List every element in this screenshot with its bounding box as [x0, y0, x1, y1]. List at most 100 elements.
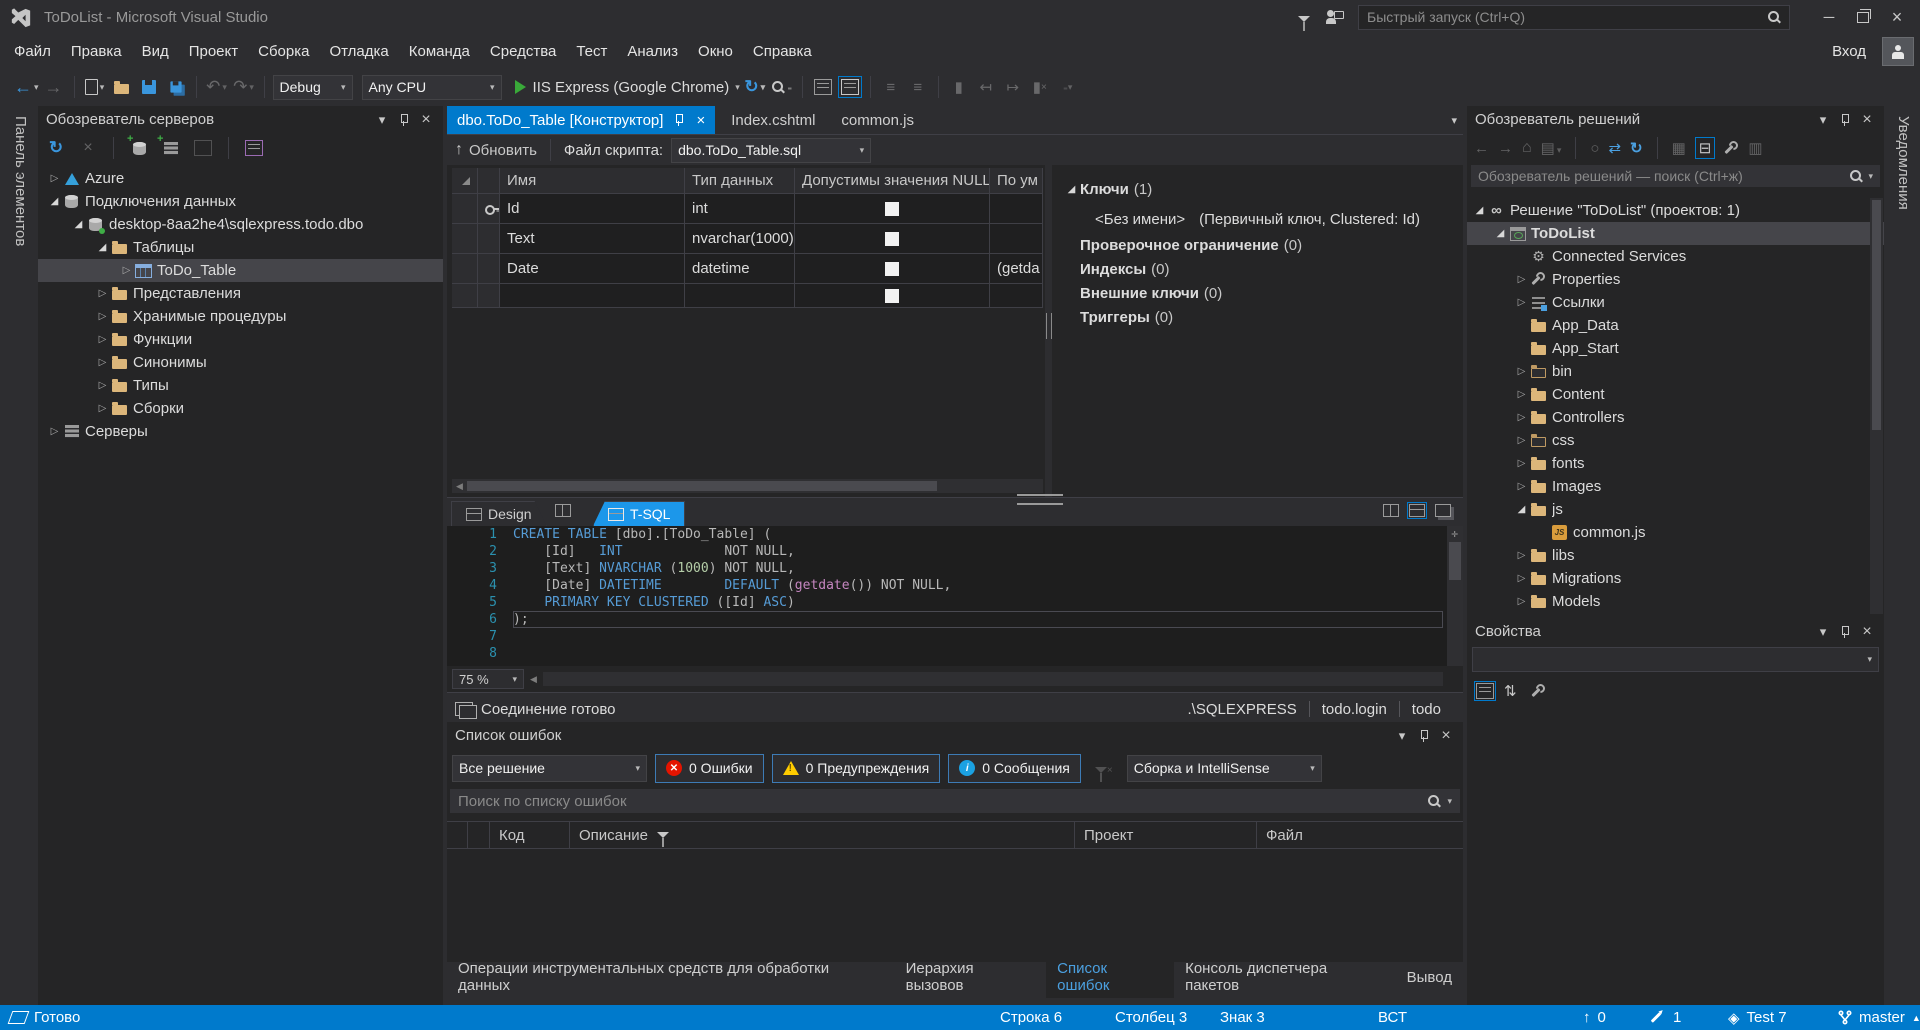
server-tree-item-4[interactable]: ▷ToDo_Table	[38, 259, 443, 282]
collapsed-arrow-icon[interactable]: ▷	[1513, 596, 1530, 607]
editor-vertical-scrollbar[interactable]: ✛	[1447, 526, 1463, 666]
split-horizontal-icon[interactable]	[1407, 502, 1427, 519]
expanded-arrow-icon[interactable]: ◢	[1492, 228, 1509, 239]
menu-item-3[interactable]: Проект	[179, 43, 248, 60]
collapsed-arrow-icon[interactable]: ▷	[1513, 435, 1530, 446]
navigate-forward-button[interactable]: →	[42, 74, 66, 100]
server-tree-item-6[interactable]: ▷Хранимые процедуры	[38, 305, 443, 328]
clear-bookmarks-icon[interactable]: ▮×	[1028, 74, 1052, 100]
tool-tab-0[interactable]: Операции инструментальных средств для об…	[447, 956, 895, 998]
error-col-description[interactable]: Описание	[570, 822, 1075, 848]
source-combo[interactable]: Сборка и IntelliSense▾	[1127, 755, 1322, 782]
split-vertical-icon[interactable]	[1383, 504, 1399, 517]
grid-null-cell[interactable]	[795, 284, 990, 308]
code-line-7[interactable]: 7	[447, 628, 1463, 645]
server-tree-item-7[interactable]: ▷Функции	[38, 328, 443, 351]
pin-icon[interactable]	[1836, 623, 1854, 641]
switch-views-icon[interactable]: ▤▾	[1541, 139, 1562, 157]
horizontal-splitter-grip[interactable]	[1017, 494, 1063, 505]
pin-icon[interactable]	[395, 111, 413, 129]
minimize-button[interactable]: ─	[1814, 4, 1844, 30]
expanded-arrow-icon[interactable]: ◢	[1063, 184, 1080, 195]
stop-refresh-icon[interactable]: ×	[76, 135, 100, 161]
window-options-icon[interactable]: ▾	[1393, 727, 1411, 745]
context-pane-item-0[interactable]: ◢Ключи(1)	[1063, 181, 1152, 198]
server-tree-item-5[interactable]: ▷Представления	[38, 282, 443, 305]
warnings-filter-button[interactable]: 0 Предупреждения	[772, 754, 941, 783]
collapsed-arrow-icon[interactable]: ▷	[94, 403, 111, 414]
tool-tab-3[interactable]: Консоль диспетчера пакетов	[1174, 956, 1396, 998]
solution-tree-item-13[interactable]: ◢js	[1467, 498, 1884, 521]
document-tab-0[interactable]: dbo.ToDo_Table [Конструктор]×	[447, 106, 715, 134]
git-unpushed-commits[interactable]: ↑0	[1583, 1005, 1606, 1030]
git-uncommitted-changes[interactable]: 1	[1650, 1005, 1681, 1030]
tool-tab-4[interactable]: Вывод	[1396, 965, 1463, 990]
refresh-button[interactable]: ↻▾	[743, 74, 767, 100]
menu-item-4[interactable]: Сборка	[248, 43, 319, 60]
grid-type-cell[interactable]: datetime	[685, 254, 795, 284]
grid-type-cell[interactable]	[685, 284, 795, 308]
configuration-combo[interactable]: Debug▾	[273, 75, 353, 100]
zoom-level-combo[interactable]: 75 %▾	[452, 669, 524, 689]
solution-tree-item-15[interactable]: ▷libs	[1467, 544, 1884, 567]
restore-button[interactable]	[1848, 4, 1878, 30]
code-line-6[interactable]: 6);	[447, 611, 1463, 628]
user-avatar-icon[interactable]	[1882, 37, 1914, 66]
solution-tree-item-1[interactable]: ◢ToDoList	[1467, 222, 1884, 245]
collapsed-arrow-icon[interactable]: ▷	[46, 426, 63, 437]
solution-tree-item-5[interactable]: App_Data	[1467, 314, 1884, 337]
grid-horizontal-scrollbar[interactable]: ◀	[452, 479, 1043, 493]
menu-item-7[interactable]: Средства	[480, 43, 566, 60]
server-tree-item-0[interactable]: ▷Azure	[38, 167, 443, 190]
pin-icon[interactable]	[1415, 727, 1433, 745]
open-file-button[interactable]	[110, 74, 134, 100]
nav-forward-icon[interactable]: →	[1498, 140, 1513, 157]
grid-name-cell[interactable]: Text	[500, 224, 685, 254]
collapsed-arrow-icon[interactable]: ▷	[1513, 550, 1530, 561]
tool-tab-1[interactable]: Иерархия вызовов	[895, 956, 1047, 998]
properties-wrench-icon[interactable]	[1724, 141, 1739, 156]
collapsed-arrow-icon[interactable]: ▷	[1513, 458, 1530, 469]
filter-icon[interactable]	[657, 832, 669, 838]
context-pane-item-3[interactable]: Индексы(0)	[1063, 261, 1170, 278]
grid-select-all-cell[interactable]	[452, 168, 478, 194]
grid-default-cell[interactable]	[990, 224, 1043, 254]
pin-icon[interactable]	[670, 111, 688, 129]
close-icon[interactable]: ×	[696, 112, 705, 129]
context-pane-item-2[interactable]: Проверочное ограничение(0)	[1063, 237, 1302, 254]
search-icon[interactable]	[1767, 10, 1781, 24]
menu-item-9[interactable]: Анализ	[617, 43, 688, 60]
grid-default-cell[interactable]: (getda	[990, 254, 1043, 284]
feedback-filter-icon[interactable]	[1298, 9, 1312, 26]
code-line-5[interactable]: 5 PRIMARY KEY CLUSTERED ([Id] ASC)	[447, 594, 1463, 611]
server-tree-item-2[interactable]: ◢desktop-8aa2he4\sqlexpress.todo.dbo	[38, 213, 443, 236]
solution-tree-item-17[interactable]: ▷Models	[1467, 590, 1884, 613]
sign-in-link[interactable]: Вход	[1832, 43, 1866, 60]
solution-tree-item-8[interactable]: ▷Content	[1467, 383, 1884, 406]
connect-to-database-icon[interactable]: +	[127, 135, 151, 161]
solution-tree-item-3[interactable]: ▷Properties	[1467, 268, 1884, 291]
git-repository[interactable]: ◈Test 7	[1728, 1005, 1787, 1030]
collapsed-arrow-icon[interactable]: ▷	[94, 357, 111, 368]
grid-null-cell[interactable]	[795, 254, 990, 284]
property-pages-icon[interactable]	[1531, 684, 1546, 699]
search-icon[interactable]	[1849, 169, 1863, 183]
menu-item-8[interactable]: Тест	[566, 43, 617, 60]
menu-item-1[interactable]: Правка	[61, 43, 132, 60]
toggle-designer-button[interactable]	[838, 76, 862, 98]
close-button[interactable]: ×	[1882, 4, 1912, 30]
allow-nulls-checkbox[interactable]	[885, 232, 899, 246]
document-list-icon[interactable]: ▾	[1451, 114, 1457, 127]
scope-combo[interactable]: Все решение▾	[452, 755, 647, 782]
send-feedback-icon[interactable]	[1326, 9, 1344, 25]
close-icon[interactable]: ×	[1437, 727, 1455, 745]
expanded-arrow-icon[interactable]: ◢	[46, 196, 63, 207]
collapsed-arrow-icon[interactable]: ▷	[94, 288, 111, 299]
save-all-button[interactable]	[164, 74, 188, 100]
error-search-input[interactable]: Поиск по списку ошибок ▾	[450, 789, 1460, 813]
solution-scrollbar[interactable]	[1870, 198, 1883, 614]
close-icon[interactable]: ×	[417, 111, 435, 129]
tsql-code-editor[interactable]: 1CREATE TABLE [dbo].[ToDo_Table] (2 [Id]…	[447, 526, 1463, 666]
float-pane-icon[interactable]	[1435, 504, 1451, 517]
expanded-arrow-icon[interactable]: ◢	[70, 219, 87, 230]
